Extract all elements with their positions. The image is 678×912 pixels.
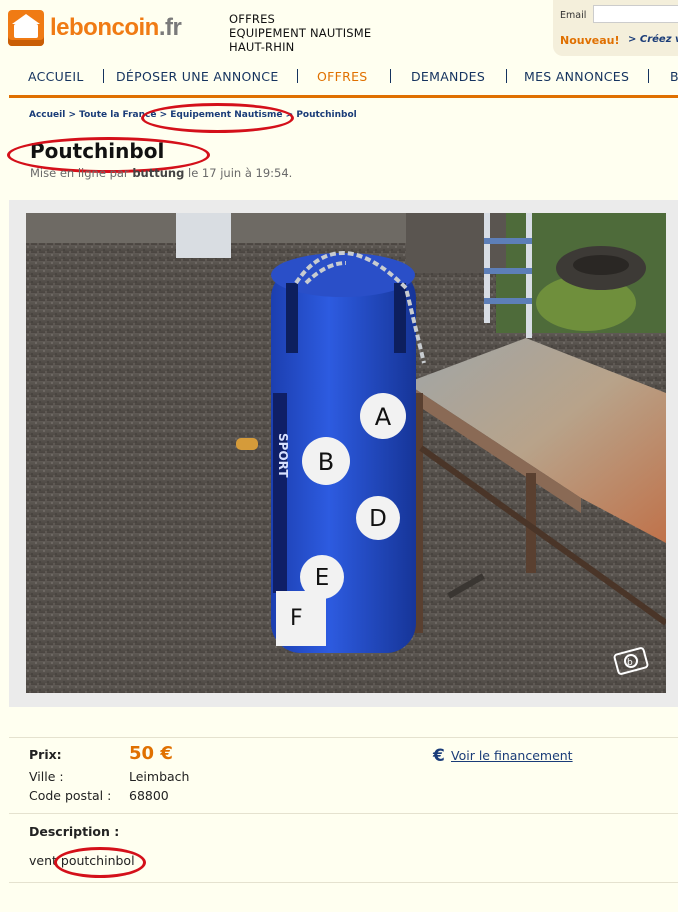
posted-date: le 17 juin à 19:54. [188,166,293,180]
logo-text: leboncoin.fr [50,14,182,42]
email-label: Email [560,10,587,21]
svg-text:b: b [627,658,633,668]
nav-item-accueil[interactable]: ACCUEIL [28,69,84,84]
nav-underline [9,95,678,98]
punching-bag-photo: SPORT A B D E F b [26,213,666,693]
nav-separator [390,69,391,83]
breadcrumb-separator: > [68,110,77,120]
bag-letter-f: F [290,606,303,631]
breadcrumb-accueil[interactable]: Accueil [29,110,65,120]
email-input[interactable] [593,5,678,23]
euro-icon: € [433,746,445,766]
bag-letter-b: B [318,448,334,476]
house-logo-icon [8,10,44,46]
nav-separator [297,69,298,83]
bag-letter-a: A [375,403,392,431]
red-circle-annotation [141,103,294,133]
main-nav: ACCUEIL DÉPOSER UNE ANNONCE OFFRES DEMAN… [0,60,678,96]
postal-value: 68800 [129,788,169,803]
breadcrumb-current: Poutchinbol [296,110,357,120]
price-label: Prix: [29,747,62,762]
price-value: 50 € [129,743,173,764]
site-header: leboncoin.fr OFFRES EQUIPEMENT NAUTISME … [0,0,678,60]
nav-item-demandes[interactable]: DEMANDES [411,69,485,84]
nav-separator [648,69,649,83]
divider [9,737,678,738]
city-label: Ville : [29,769,64,784]
bag-side-text: SPORT [276,433,290,478]
logo-main: leboncoin [50,14,159,41]
description-prefix: vent [29,853,57,868]
login-box: Email Nouveau! > Créez v [553,0,678,56]
bag-letter-d: D [369,506,387,532]
nav-item-more[interactable]: B [670,69,678,84]
nav-item-deposer[interactable]: DÉPOSER UNE ANNONCE [116,69,279,84]
create-account-link[interactable]: > Créez v [628,34,678,45]
ad-photo[interactable]: SPORT A B D E F b [26,213,666,693]
postal-label: Code postal : [29,788,112,803]
section-line-2: EQUIPEMENT NAUTISME [229,26,372,40]
section-heading: OFFRES EQUIPEMENT NAUTISME HAUT-RHIN [229,12,371,54]
nav-separator [506,69,507,83]
site-logo[interactable]: leboncoin.fr [8,10,182,46]
city-value: Leimbach [129,769,190,784]
red-circle-annotation [54,847,146,878]
nav-item-offres[interactable]: OFFRES [317,69,368,84]
finance-link[interactable]: Voir le financement [451,748,573,763]
divider [9,813,678,814]
bag-letter-e: E [315,565,330,591]
description-label: Description : [29,824,120,839]
section-line-3: HAUT-RHIN [229,40,295,54]
posted-prefix: Mise en ligne par [30,166,129,180]
nouveau-label: Nouveau! [560,34,620,47]
posted-user[interactable]: buttung [132,166,184,180]
logo-tld: .fr [158,14,182,41]
posted-info: Mise en ligne par buttung le 17 juin à 1… [30,166,292,180]
section-line-1: OFFRES [229,12,276,26]
divider [9,882,678,883]
nav-separator [103,69,104,83]
nav-item-mes-annonces[interactable]: MES ANNONCES [524,69,629,84]
